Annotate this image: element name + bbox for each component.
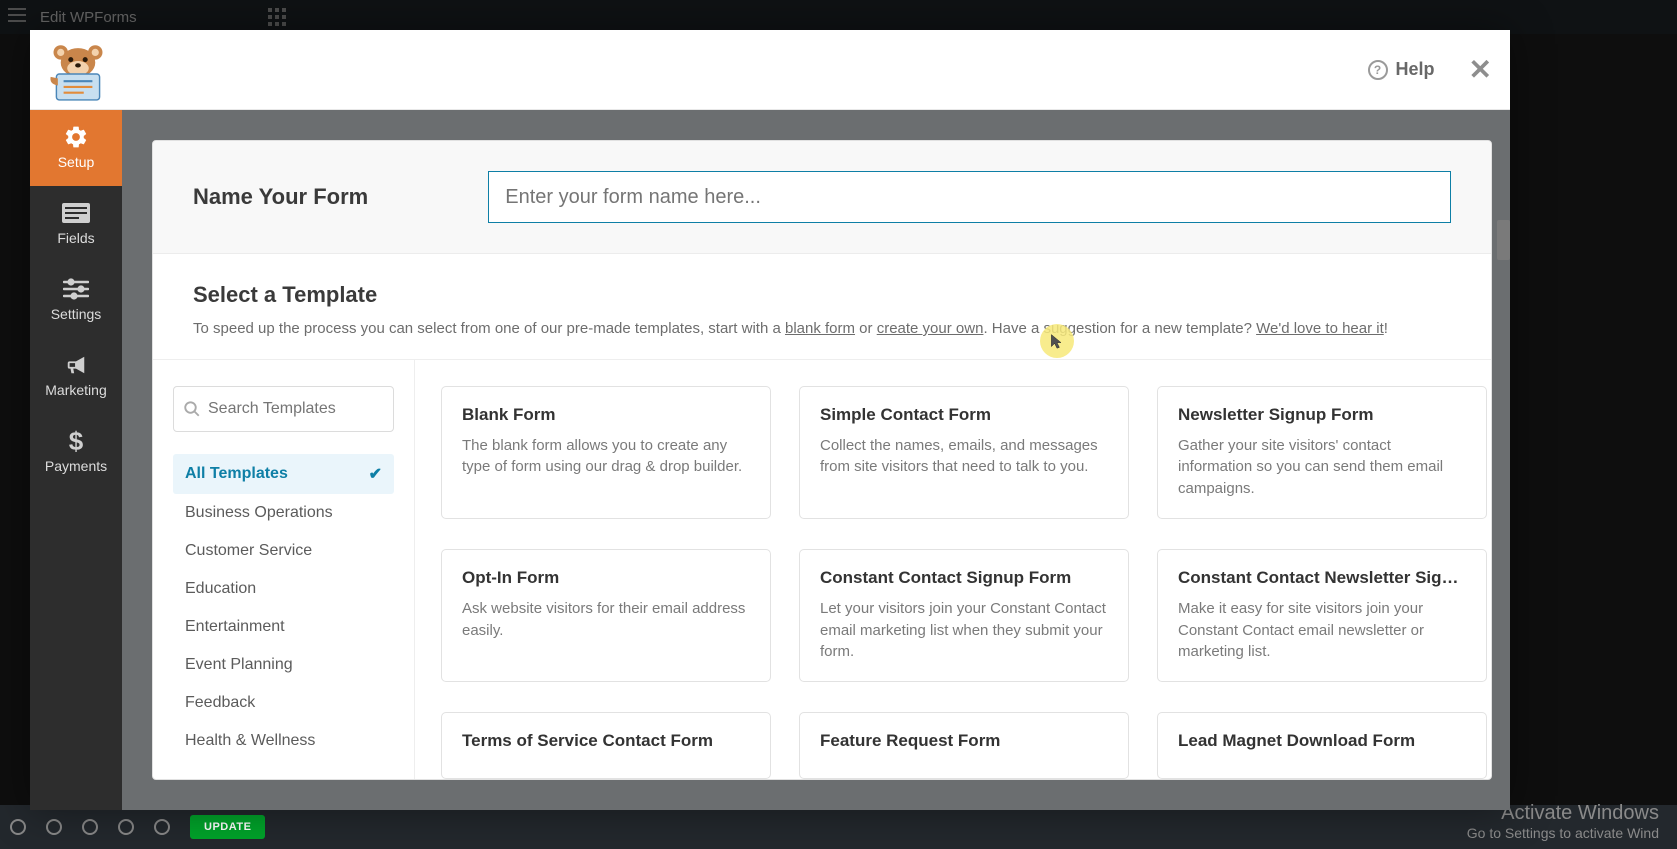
sliders-icon bbox=[62, 278, 90, 300]
nav-label: Payments bbox=[45, 458, 107, 474]
template-card-constant-contact-signup[interactable]: Constant Contact Signup FormLet your vis… bbox=[799, 549, 1129, 682]
close-button[interactable]: ✕ bbox=[1469, 56, 1492, 84]
search-icon bbox=[183, 400, 201, 423]
help-icon: ? bbox=[1368, 60, 1388, 80]
check-icon: ✔ bbox=[369, 464, 382, 484]
template-card-newsletter-signup[interactable]: Newsletter Signup FormGather your site v… bbox=[1157, 386, 1487, 519]
template-card-constant-contact-newsletter[interactable]: Constant Contact Newsletter Sign...Make … bbox=[1157, 549, 1487, 682]
builder-workspace: Name Your Form Select a Template To spee… bbox=[122, 110, 1510, 810]
template-title: Select a Template bbox=[193, 282, 1451, 308]
dollar-icon: $ bbox=[62, 430, 90, 452]
bullhorn-icon bbox=[62, 354, 90, 376]
category-business-operations[interactable]: Business Operations bbox=[173, 494, 394, 532]
template-card-opt-in[interactable]: Opt-In FormAsk website visitors for thei… bbox=[441, 549, 771, 682]
nav-label: Settings bbox=[51, 306, 102, 322]
form-name-section: Name Your Form bbox=[153, 141, 1491, 254]
gear-icon bbox=[62, 126, 90, 148]
template-card-terms-of-service[interactable]: Terms of Service Contact Form bbox=[441, 712, 771, 779]
scrollbar-thumb[interactable] bbox=[1497, 220, 1510, 260]
template-sidebar: All Templates✔ Business Operations Custo… bbox=[153, 360, 415, 780]
template-card-blank-form[interactable]: Blank FormThe blank form allows you to c… bbox=[441, 386, 771, 519]
setup-panel: Name Your Form Select a Template To spee… bbox=[152, 140, 1492, 780]
category-all-templates[interactable]: All Templates✔ bbox=[173, 454, 394, 494]
suggest-link[interactable]: We'd love to hear it bbox=[1256, 320, 1384, 337]
update-button[interactable]: UPDATE bbox=[190, 815, 265, 839]
template-search-input[interactable] bbox=[173, 386, 394, 432]
category-entertainment[interactable]: Entertainment bbox=[173, 608, 394, 646]
wpforms-logo-icon bbox=[42, 38, 114, 102]
template-card-lead-magnet-download[interactable]: Lead Magnet Download Form bbox=[1157, 712, 1487, 779]
nav-label: Fields bbox=[57, 230, 94, 246]
template-desc: To speed up the process you can select f… bbox=[193, 318, 1451, 341]
template-grid: Blank FormThe blank form allows you to c… bbox=[415, 360, 1491, 780]
form-name-label: Name Your Form bbox=[193, 184, 368, 210]
template-header: Select a Template To speed up the proces… bbox=[153, 254, 1491, 360]
category-feedback[interactable]: Feedback bbox=[173, 684, 394, 722]
category-event-planning[interactable]: Event Planning bbox=[173, 646, 394, 684]
category-health-wellness[interactable]: Health & Wellness bbox=[173, 722, 394, 760]
blank-form-link[interactable]: blank form bbox=[785, 320, 855, 337]
nav-settings[interactable]: Settings bbox=[30, 262, 122, 338]
template-card-feature-request[interactable]: Feature Request Form bbox=[799, 712, 1129, 779]
form-name-input[interactable] bbox=[488, 171, 1451, 223]
help-label: Help bbox=[1396, 59, 1435, 80]
create-own-link[interactable]: create your own bbox=[877, 320, 984, 337]
category-education[interactable]: Education bbox=[173, 570, 394, 608]
help-button[interactable]: ? Help bbox=[1368, 59, 1435, 80]
builder-header: ? Help ✕ bbox=[30, 30, 1510, 110]
nav-setup[interactable]: Setup bbox=[30, 110, 122, 186]
nav-label: Setup bbox=[58, 154, 95, 170]
category-customer-service[interactable]: Customer Service bbox=[173, 532, 394, 570]
wpforms-builder: ? Help ✕ Setup Fields bbox=[30, 30, 1510, 810]
builder-nav: Setup Fields Settings Marketing bbox=[30, 110, 122, 810]
nav-fields[interactable]: Fields bbox=[30, 186, 122, 262]
category-list: All Templates✔ Business Operations Custo… bbox=[173, 454, 394, 760]
fields-icon bbox=[62, 202, 90, 224]
nav-marketing[interactable]: Marketing bbox=[30, 338, 122, 414]
template-card-simple-contact[interactable]: Simple Contact FormCollect the names, em… bbox=[799, 386, 1129, 519]
nav-label: Marketing bbox=[45, 382, 106, 398]
wp-bottom-bar: UPDATE bbox=[0, 805, 1677, 849]
nav-payments[interactable]: $ Payments bbox=[30, 414, 122, 490]
